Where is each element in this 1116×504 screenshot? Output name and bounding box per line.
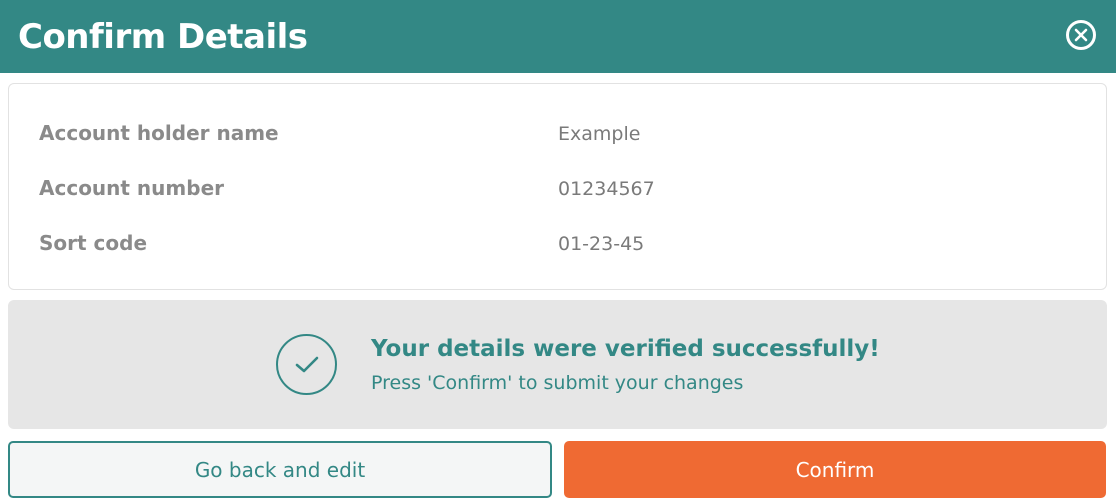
detail-row-account-holder: Account holder name Example <box>9 121 1106 151</box>
dialog-header: Confirm Details <box>0 0 1116 73</box>
close-icon <box>1074 28 1088 41</box>
account-details-card: Account holder name Example Account numb… <box>8 83 1107 290</box>
detail-label: Account number <box>39 176 224 200</box>
detail-label: Account holder name <box>39 121 279 145</box>
dialog-title: Confirm Details <box>18 16 308 57</box>
verification-banner: Your details were verified successfully!… <box>8 300 1107 429</box>
detail-value: 01234567 <box>558 178 655 200</box>
verification-title: Your details were verified successfully! <box>371 336 880 362</box>
detail-value: 01-23-45 <box>558 233 645 255</box>
detail-row-sort-code: Sort code 01-23-45 <box>9 231 1106 261</box>
confirm-button[interactable]: Confirm <box>564 441 1106 498</box>
checkmark-icon <box>295 356 318 372</box>
detail-row-account-number: Account number 01234567 <box>9 176 1106 206</box>
detail-value: Example <box>558 123 641 145</box>
detail-label: Sort code <box>39 231 148 255</box>
check-circle-icon <box>276 334 337 395</box>
verification-subtitle: Press 'Confirm' to submit your changes <box>371 372 744 394</box>
close-button[interactable] <box>1066 19 1096 50</box>
go-back-edit-button[interactable]: Go back and edit <box>8 441 552 498</box>
